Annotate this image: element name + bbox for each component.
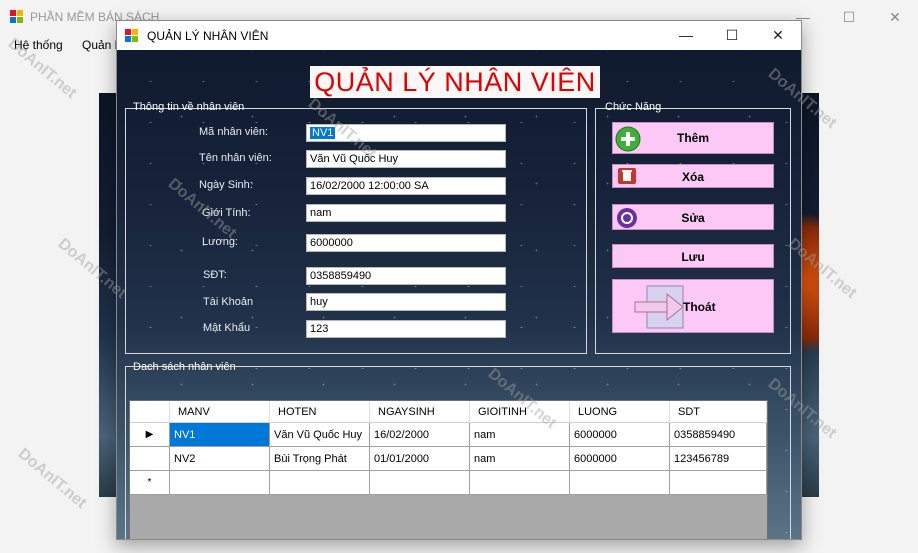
watermark-logo: DoAnIT.net [14,445,90,512]
exit-button-label: Thoát [683,300,716,314]
edit-button-label: Sửa [681,211,705,225]
table-cell[interactable]: Văn Vũ Quốc Huy [270,423,370,447]
dialog-title: QUẢN LÝ NHÂN VIÊN [147,29,269,43]
column-header-luong[interactable]: LUONG [570,401,670,423]
exit-door-icon [634,285,684,329]
current-row-indicator[interactable]: ▶ [130,423,170,447]
edit-button[interactable]: Sửa [612,204,774,230]
add-button[interactable]: Thêm [612,122,774,154]
ten-nv-field[interactable]: Văn Vũ Quốc Huy [306,150,506,168]
ngay-sinh-field[interactable]: 16/02/2000 12:00:00 SA [306,177,506,195]
list-group-label: Dach sách nhân viên [133,361,236,373]
table-cell[interactable]: 6000000 [570,423,670,447]
save-button[interactable]: Lưu [612,244,774,268]
close-icon[interactable]: ✕ [872,4,918,30]
table-cell[interactable] [570,471,670,495]
app-icon [10,10,23,23]
label-luong: Lương: [202,236,238,248]
table-cell[interactable] [170,471,270,495]
dialog-maximize-icon[interactable]: ☐ [709,21,755,50]
table-cell[interactable] [470,471,570,495]
label-sdt: SĐT: [203,269,227,281]
luong-field[interactable]: 6000000 [306,234,506,252]
dialog-minimize-icon[interactable]: — [663,21,709,50]
column-header-manv[interactable]: MANV [170,401,270,423]
new-row-indicator[interactable]: * [130,471,170,495]
label-ten-nv: Tên nhân viên: [199,152,272,164]
save-button-label: Lưu [681,250,705,264]
table-cell[interactable]: NV2 [170,447,270,471]
label-ma-nv: Mã nhân viên: [199,126,269,138]
table-cell[interactable] [670,471,767,495]
table-cell[interactable]: 123456789 [670,447,767,471]
table-cell[interactable]: NV1 [170,423,270,447]
dialog-close-icon[interactable]: ✕ [755,21,801,50]
delete-button[interactable]: Xóa [612,164,774,188]
label-ngay-sinh: Ngày Sinh: [199,179,253,191]
table-cell[interactable]: 16/02/2000 [370,423,470,447]
table-row[interactable]: ▶ NV1 Văn Vũ Quốc Huy 16/02/2000 nam 600… [130,423,767,447]
column-header-sdt[interactable]: SDT [670,401,767,423]
ma-nv-field[interactable]: NV1 [306,124,506,142]
exit-button[interactable]: Thoát [612,279,774,333]
table-cell[interactable]: Bùi Trọng Phát [270,447,370,471]
table-cell[interactable]: nam [470,423,570,447]
table-cell[interactable] [370,471,470,495]
table-row[interactable]: NV2 Bùi Trọng Phát 01/01/2000 nam 600000… [130,447,767,471]
info-group [125,108,587,354]
ma-nv-value: NV1 [310,127,336,139]
column-header-gioitinh[interactable]: GIOITINH [470,401,570,423]
grid-header: MANV HOTEN NGAYSINH GIOITINH LUONG SDT [130,401,767,423]
page-banner: QUẢN LÝ NHÂN VIÊN [310,66,600,98]
menu-he-thong[interactable]: Hệ thống [14,38,63,52]
employee-dialog: QUẢN LÝ NHÂN VIÊN — ☐ ✕ QUẢN LÝ NHÂN VIÊ… [116,20,802,540]
menu-quan-ly[interactable]: Quản l [82,38,117,52]
label-mat-khau: Mật Khẩu [203,322,251,334]
table-cell[interactable]: nam [470,447,570,471]
label-gioi-tinh: Giới Tính: [202,207,251,219]
dialog-app-icon [125,29,138,42]
sdt-field[interactable]: 0358859490 [306,267,506,285]
new-row[interactable]: * [130,471,767,495]
column-header-hoten[interactable]: HOTEN [270,401,370,423]
function-group-label: Chức Năng [605,101,662,113]
info-group-label: Thông tin về nhân viên [133,101,245,113]
tai-khoan-field[interactable]: huy [306,293,506,311]
delete-button-label: Xóa [681,170,704,184]
table-cell[interactable]: 0358859490 [670,423,767,447]
row-header[interactable] [130,447,170,471]
maximize-icon[interactable]: ☐ [826,4,872,30]
gioi-tinh-field[interactable]: nam [306,204,506,222]
dialog-client-area: QUẢN LÝ NHÂN VIÊN Thông tin về nhân viên… [117,50,801,539]
label-tai-khoan: Tài Khoản [203,296,254,308]
table-cell[interactable]: 01/01/2000 [370,447,470,471]
grid-corner [130,401,170,423]
add-button-label: Thêm [676,131,709,145]
column-header-ngaysinh[interactable]: NGAYSINH [370,401,470,423]
mat-khau-field[interactable]: 123 [306,320,506,338]
employee-grid[interactable]: MANV HOTEN NGAYSINH GIOITINH LUONG SDT ▶… [129,400,768,539]
dialog-title-bar: QUẢN LÝ NHÂN VIÊN — ☐ ✕ [117,21,801,50]
table-cell[interactable]: 6000000 [570,447,670,471]
table-cell[interactable] [270,471,370,495]
